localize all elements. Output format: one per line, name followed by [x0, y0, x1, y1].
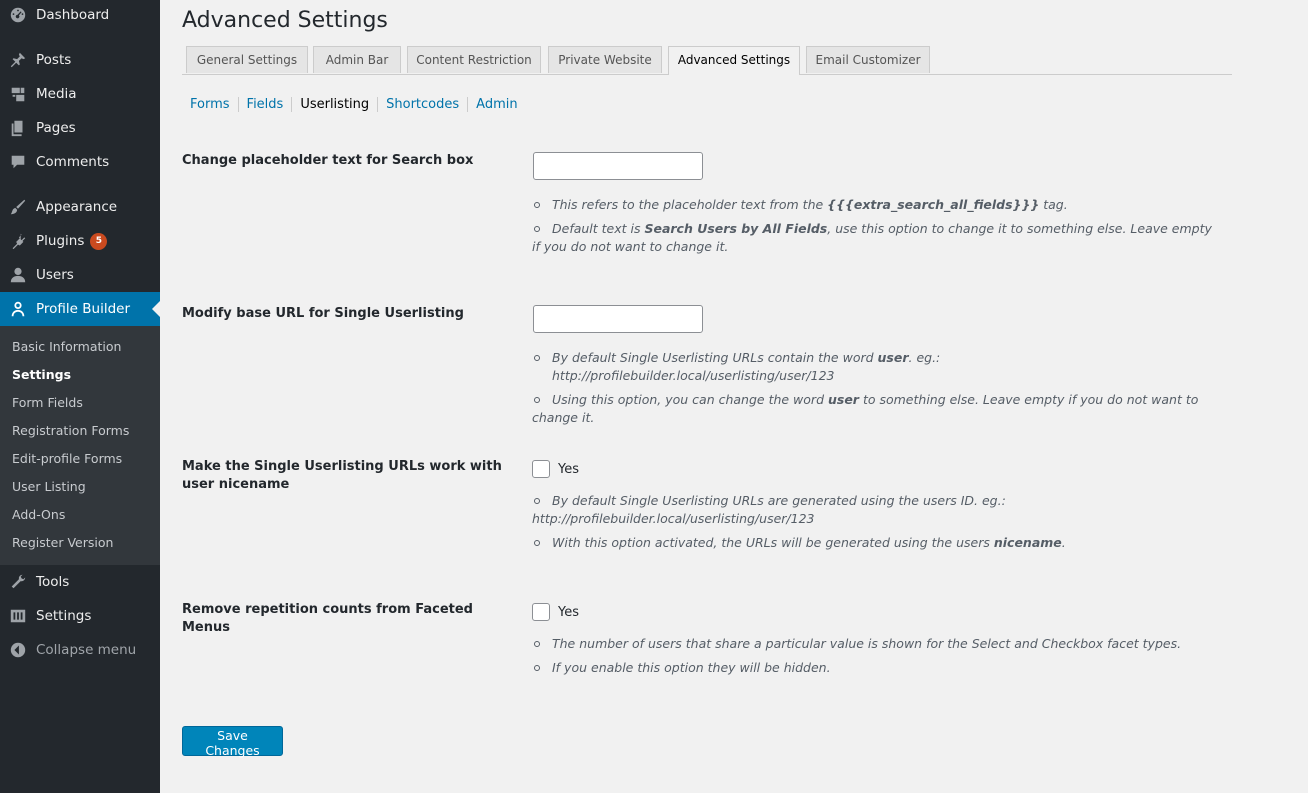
menu-settings[interactable]: Settings — [0, 599, 160, 633]
facets-label: Remove repetition counts from Faceted Me… — [182, 602, 473, 635]
search-placeholder-input[interactable] — [533, 152, 703, 180]
facets-option: Yes — [532, 603, 579, 621]
settings-icon — [8, 606, 28, 626]
nicename-checkbox[interactable] — [532, 460, 550, 478]
submenu-register-version[interactable]: Register Version — [12, 535, 113, 550]
menu-tools[interactable]: Tools — [0, 565, 160, 599]
menu-posts[interactable]: Posts — [0, 43, 160, 77]
menu-media[interactable]: Media — [0, 77, 160, 111]
submenu-basic-information[interactable]: Basic Information — [12, 339, 121, 354]
tab-advanced-settings[interactable]: Advanced Settings — [668, 46, 800, 75]
plugins-icon — [8, 231, 28, 251]
subtab-fields[interactable]: Fields — [237, 96, 292, 112]
subtab-userlisting[interactable]: Userlisting — [291, 96, 377, 112]
users-icon — [8, 265, 28, 285]
submenu-settings[interactable]: Settings — [12, 367, 71, 382]
search-placeholder-label: Change placeholder text for Search box — [182, 153, 474, 168]
nicename-checkbox-label[interactable]: Yes — [558, 462, 579, 477]
tab-email-customizer[interactable]: Email Customizer — [806, 46, 930, 73]
subtab-shortcodes[interactable]: Shortcodes — [377, 96, 467, 112]
tab-admin-bar[interactable]: Admin Bar — [313, 46, 401, 73]
wrench-icon — [8, 572, 28, 592]
admin-sidebar: Dashboard Posts Media Pages Comments App… — [0, 0, 160, 793]
base-url-description: By default Single Userlisting URLs conta… — [532, 349, 1222, 433]
submenu-edit-profile-forms[interactable]: Edit-profile Forms — [12, 451, 122, 466]
menu-comments[interactable]: Comments — [0, 145, 160, 179]
menu-profile-builder[interactable]: Profile Builder — [0, 292, 160, 326]
media-icon — [8, 84, 28, 104]
menu-pages[interactable]: Pages — [0, 111, 160, 145]
facets-checkbox-label[interactable]: Yes — [558, 605, 579, 620]
menu-dashboard[interactable]: Dashboard — [0, 0, 160, 32]
facets-checkbox[interactable] — [532, 603, 550, 621]
advanced-subtabs: Forms Fields Userlisting Shortcodes Admi… — [182, 94, 526, 114]
save-changes-button[interactable]: Save Changes — [182, 726, 283, 758]
menu-users[interactable]: Users — [0, 258, 160, 292]
page-title: Advanced Settings — [182, 8, 388, 33]
nicename-option: Yes — [532, 460, 579, 478]
subtab-admin[interactable]: Admin — [467, 96, 525, 112]
submenu-add-ons[interactable]: Add-Ons — [12, 507, 65, 522]
pages-icon — [8, 118, 28, 138]
comments-icon — [8, 152, 28, 172]
subtab-forms[interactable]: Forms — [182, 97, 238, 112]
search-placeholder-description: This refers to the placeholder text from… — [532, 196, 1222, 262]
pushpin-icon — [8, 50, 28, 70]
nicename-label: Make the Single Userlisting URLs work wi… — [182, 459, 502, 492]
profile-builder-submenu: Basic Information Settings Form Fields R… — [0, 326, 160, 565]
paintbrush-icon — [8, 197, 28, 217]
collapse-menu[interactable]: Collapse menu — [0, 633, 160, 667]
collapse-icon — [8, 640, 28, 660]
tab-content-restriction[interactable]: Content Restriction — [407, 46, 541, 73]
main-content: Advanced Settings General Settings Admin… — [160, 0, 1308, 793]
dashboard-icon — [8, 5, 28, 25]
settings-tabs: General Settings Admin Bar Content Restr… — [182, 46, 1232, 75]
submenu-form-fields[interactable]: Form Fields — [12, 395, 83, 410]
tab-private-website[interactable]: Private Website — [548, 46, 662, 73]
menu-plugins[interactable]: Plugins 5 — [0, 224, 160, 258]
tab-general-settings[interactable]: General Settings — [186, 46, 308, 73]
base-url-input[interactable] — [533, 305, 703, 333]
facets-description: The number of users that share a particu… — [532, 635, 1222, 683]
submenu-user-listing[interactable]: User Listing — [12, 479, 86, 494]
profile-icon — [8, 299, 28, 319]
plugins-update-count: 5 — [90, 232, 108, 250]
base-url-label: Modify base URL for Single Userlisting — [182, 306, 464, 321]
menu-appearance[interactable]: Appearance — [0, 190, 160, 224]
nicename-description: By default Single Userlisting URLs are g… — [532, 492, 1222, 558]
submenu-registration-forms[interactable]: Registration Forms — [12, 423, 129, 438]
